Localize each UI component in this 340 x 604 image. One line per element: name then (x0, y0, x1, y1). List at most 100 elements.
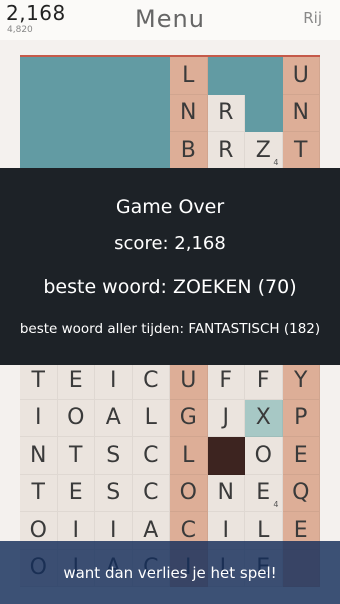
tile-multiplier: 4 (273, 500, 279, 509)
tile-letter: C (143, 367, 159, 393)
tile-letter: Q (292, 480, 310, 506)
tile-letter: R (218, 100, 234, 126)
tile-letter: X (255, 405, 271, 431)
tile-letter: F (256, 367, 270, 393)
letter-tile[interactable]: B (170, 132, 208, 170)
tile-letter: L (144, 405, 157, 431)
top-bar: 2,168 4,820 Menu Rij (0, 0, 340, 40)
letter-tile[interactable]: E (57, 362, 95, 400)
letter-tile[interactable]: T (282, 132, 320, 170)
tile-letter: O (67, 405, 85, 431)
tile-letter: U (292, 62, 309, 88)
letter-tile[interactable]: T (20, 474, 58, 512)
letter-tile[interactable] (207, 437, 245, 475)
tile-letter: C (143, 442, 159, 468)
tile-letter: G (179, 405, 197, 431)
letter-tile[interactable]: C (132, 437, 170, 475)
tile-letter: U (180, 367, 197, 393)
tile-letter: I (110, 367, 117, 393)
tile-letter: T (294, 137, 308, 163)
tile-letter: L (182, 442, 195, 468)
letter-tile[interactable]: U (170, 362, 208, 400)
tile-letter: I (222, 517, 230, 543)
letter-tile[interactable]: P (282, 399, 320, 437)
tile-letter: S (106, 480, 121, 506)
tile-letter: L (257, 517, 270, 543)
letter-tile[interactable]: N (170, 94, 208, 132)
bottom-message-text: want dan verlies je het spel! (63, 563, 277, 582)
letter-tile[interactable]: E (282, 437, 320, 475)
letter-tile[interactable]: R (207, 94, 245, 132)
tile-letter: F (219, 367, 233, 393)
letter-tile[interactable]: N (282, 94, 320, 132)
tile-letter: L (182, 62, 195, 88)
letter-tile[interactable]: S (95, 437, 133, 475)
letter-tile[interactable]: Z4 (245, 132, 283, 170)
letter-tile[interactable]: E4 (245, 474, 283, 512)
tile-letter: O (254, 442, 272, 468)
tile-letter: R (218, 137, 234, 163)
tile-letter: E (293, 517, 308, 543)
tile-letter: N (217, 480, 234, 506)
letter-tile[interactable]: C (132, 362, 170, 400)
letter-tile[interactable]: L (170, 57, 208, 95)
letter-tile[interactable]: C (132, 474, 170, 512)
tile-letter: E (293, 442, 308, 468)
tile-letter: Y (294, 367, 308, 393)
tile-letter: T (69, 442, 83, 468)
game-over-overlay: Game Over score: 2,168 beste woord: ZOEK… (0, 168, 340, 365)
letter-tile[interactable]: N (207, 474, 245, 512)
tile-letter: O (179, 480, 197, 506)
tile-letter: C (180, 517, 196, 543)
letter-tile[interactable]: F (245, 362, 283, 400)
tile-letter: E (256, 480, 271, 506)
tile-letter: N (180, 100, 197, 126)
tile-letter: E (68, 367, 83, 393)
letter-tile[interactable]: T (57, 437, 95, 475)
tile-multiplier: 4 (273, 157, 279, 167)
tile-letter: I (72, 517, 80, 543)
letter-tile[interactable]: L (170, 437, 208, 475)
tile-letter: S (106, 442, 121, 468)
all-time-best-word: beste woord aller tijden: FANTASTISCH (1… (19, 321, 321, 337)
final-score: score: 2,168 (114, 233, 226, 254)
letter-tile[interactable]: U (282, 57, 320, 95)
letter-tile[interactable]: X (245, 399, 283, 437)
letter-tile[interactable]: Q (282, 474, 320, 512)
tile-letter: T (31, 367, 45, 393)
letter-tile[interactable]: I (95, 362, 133, 400)
letter-tile[interactable]: Y (282, 362, 320, 400)
letter-tile[interactable]: N (20, 437, 58, 475)
letter-tile[interactable]: E (57, 474, 95, 512)
letter-tile[interactable]: R (207, 132, 245, 170)
letter-tile[interactable]: T (20, 362, 58, 400)
bottom-message: want dan verlies je het spel! (0, 541, 340, 604)
letter-tile[interactable]: O (57, 399, 95, 437)
letter-tile[interactable]: I (20, 399, 58, 437)
tile-letter: I (35, 405, 42, 431)
letter-tile[interactable]: L (132, 399, 170, 437)
best-word: beste woord: ZOEKEN (70) (43, 276, 297, 298)
tile-letter: Z (255, 137, 271, 163)
tile-letter: A (105, 405, 121, 431)
letter-tile[interactable]: F (207, 362, 245, 400)
tile-letter: I (110, 517, 117, 543)
game-over-title: Game Over (115, 196, 225, 218)
tile-letter: C (143, 480, 159, 506)
letter-tile[interactable]: S (95, 474, 133, 512)
tile-letter: T (31, 480, 45, 506)
row-button[interactable]: Rij (303, 9, 322, 27)
tile-letter: N (30, 442, 47, 468)
tile-letter: O (29, 517, 47, 543)
menu-button[interactable]: Menu (0, 5, 340, 33)
tile-letter: B (180, 137, 196, 163)
letter-tile[interactable]: O (170, 474, 208, 512)
letter-tile[interactable]: A (95, 399, 133, 437)
tile-letter: J (222, 405, 230, 431)
letter-tile[interactable]: O (245, 437, 283, 475)
tile-letter: E (68, 480, 83, 506)
tile-letter: N (292, 100, 309, 126)
letter-tile[interactable]: J (207, 399, 245, 437)
letter-tile[interactable]: G (170, 399, 208, 437)
tile-letter: A (143, 517, 159, 543)
